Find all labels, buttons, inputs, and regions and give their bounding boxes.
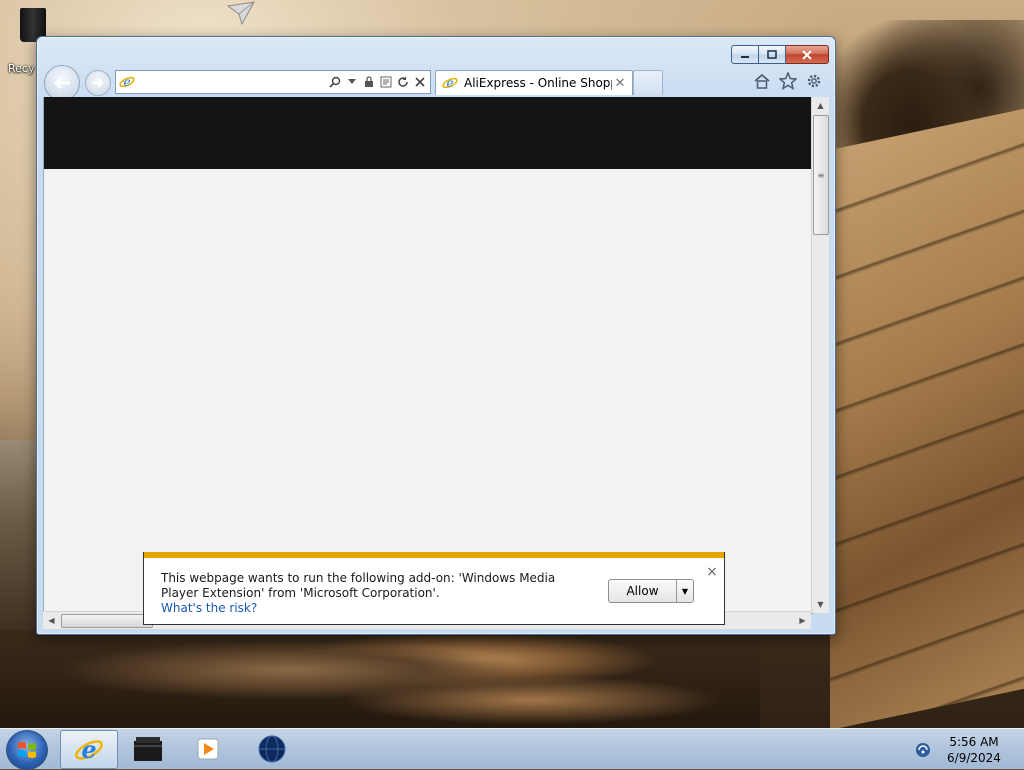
addon-notification-bar: This webpage wants to run the following …	[143, 552, 725, 625]
vertical-scrollbar[interactable]: ▲ ≡ ▼	[811, 97, 829, 613]
refresh-icon[interactable]	[396, 75, 410, 89]
forward-arrow-icon	[92, 78, 104, 88]
windows-logo-icon	[18, 742, 36, 758]
media-player-icon	[197, 738, 219, 759]
star-icon[interactable]	[779, 72, 797, 90]
tab-aliexpress[interactable]: e AliExpress - Online Shoppi... ✕	[435, 70, 633, 95]
system-clock[interactable]: 5:56 AM 6/9/2024	[944, 734, 1004, 766]
taskbar-file-explorer[interactable]	[120, 730, 176, 767]
wallpaper-wood-wall	[830, 108, 1024, 730]
folder-icon	[134, 736, 162, 761]
window-caption-buttons	[731, 45, 829, 64]
command-icons	[753, 72, 823, 90]
scroll-down-arrow-icon[interactable]: ▼	[812, 596, 829, 613]
ie-tab-icon: e	[442, 76, 458, 90]
globe-icon	[258, 735, 286, 762]
notification-close-button[interactable]: ×	[705, 564, 719, 580]
start-button[interactable]	[6, 730, 48, 770]
scroll-right-arrow-icon[interactable]: ▶	[794, 612, 811, 629]
minimize-button[interactable]	[731, 45, 759, 64]
svg-text:e: e	[81, 735, 96, 764]
internet-explorer-icon: e	[75, 735, 103, 764]
address-input[interactable]	[135, 73, 328, 91]
new-tab-button[interactable]	[633, 70, 663, 95]
taskbar-network-globe[interactable]	[244, 730, 300, 767]
close-icon	[802, 49, 812, 60]
svg-text:e: e	[446, 76, 453, 90]
gear-icon[interactable]	[805, 72, 823, 90]
wallpaper-rocks	[0, 630, 760, 730]
notification-message: This webpage wants to run the following …	[161, 571, 556, 600]
clock-date: 6/9/2024	[947, 751, 1001, 765]
wallpaper-shore	[0, 440, 40, 640]
maximize-button[interactable]	[759, 45, 786, 64]
notification-accent-stripe	[144, 552, 724, 558]
forward-button[interactable]	[85, 70, 111, 96]
scroll-left-arrow-icon[interactable]: ◀	[43, 612, 60, 629]
compatibility-view-icon[interactable]	[379, 75, 393, 89]
taskbar: e 5:56 AM 6/9/2024	[0, 728, 1024, 770]
svg-text:e: e	[123, 75, 130, 89]
home-icon[interactable]	[753, 72, 771, 90]
internet-explorer-window: e e AliExpress - Online Shoppi... ✕	[36, 36, 836, 635]
network-tray-icon[interactable]	[914, 741, 932, 759]
page-header-bar	[44, 97, 812, 169]
clock-time: 5:56 AM	[949, 735, 999, 749]
ie-page-icon: e	[119, 75, 135, 89]
taskbar-media-player[interactable]	[180, 730, 236, 767]
close-window-button[interactable]	[786, 45, 829, 64]
whats-the-risk-link[interactable]: What's the risk?	[161, 601, 257, 615]
search-icon[interactable]	[328, 75, 342, 89]
minimize-icon	[741, 55, 749, 58]
allow-split-button[interactable]: Allow ▼	[608, 579, 694, 603]
tab-close-button[interactable]: ✕	[612, 75, 628, 91]
recycle-bin-label: Recy	[8, 62, 35, 75]
chevron-down-icon[interactable]	[345, 75, 359, 89]
horizontal-scroll-thumb[interactable]	[61, 614, 153, 628]
back-arrow-icon	[53, 76, 70, 90]
paper-plane-icon[interactable]	[226, 0, 256, 28]
maximize-icon	[767, 49, 777, 59]
allow-button-label[interactable]: Allow	[609, 580, 677, 602]
tab-title: AliExpress - Online Shoppi...	[464, 76, 612, 90]
taskbar-internet-explorer[interactable]: e	[60, 730, 118, 769]
stop-icon[interactable]	[413, 75, 427, 89]
scroll-up-arrow-icon[interactable]: ▲	[812, 97, 829, 114]
web-page-content[interactable]	[43, 97, 813, 614]
vertical-scroll-thumb[interactable]: ≡	[813, 115, 829, 235]
back-button[interactable]	[44, 65, 80, 101]
chevron-down-icon[interactable]: ▼	[677, 580, 693, 602]
lock-icon[interactable]	[362, 75, 376, 89]
address-bar: e	[115, 70, 431, 94]
